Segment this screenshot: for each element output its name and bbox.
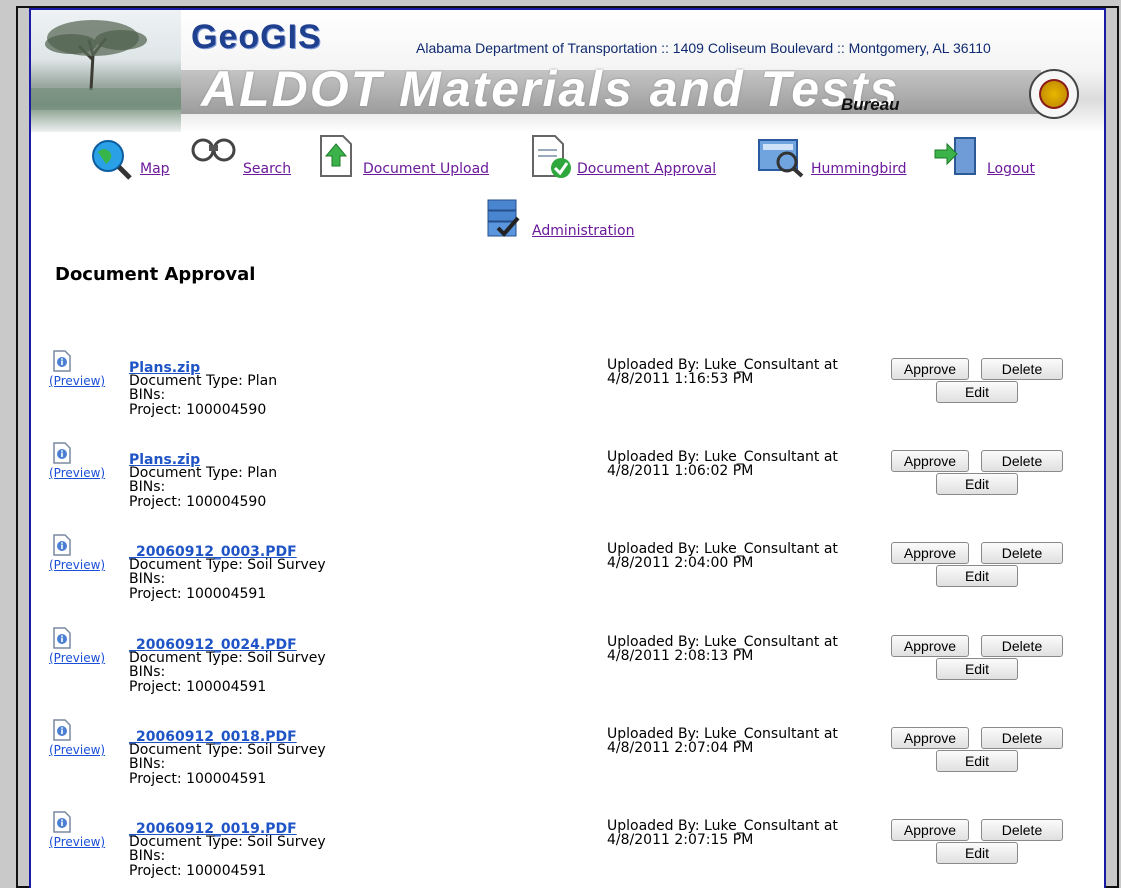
delete-button[interactable]: Delete — [981, 819, 1063, 841]
upload-date: 4/8/2011 2:07:04 PM — [607, 740, 754, 756]
preview-link[interactable]: (Preview) — [49, 651, 105, 665]
delete-button[interactable]: Delete — [981, 450, 1063, 472]
document-approval-icon[interactable] — [531, 134, 573, 180]
edit-button[interactable]: Edit — [936, 750, 1018, 772]
document-upload-icon[interactable] — [319, 134, 353, 178]
edit-button[interactable]: Edit — [936, 381, 1018, 403]
edit-button[interactable]: Edit — [936, 473, 1018, 495]
approve-button[interactable]: Approve — [891, 727, 969, 749]
approve-button[interactable]: Approve — [891, 635, 969, 657]
document-bins: BINs: — [129, 571, 166, 587]
nav-logout[interactable]: Logout — [987, 161, 1035, 177]
document-info-icon[interactable] — [53, 534, 71, 556]
document-row: (Preview) _20060912_0018.PDF Document Ty… — [31, 719, 1104, 811]
upload-date: 4/8/2011 1:16:53 PM — [607, 371, 754, 387]
administration-icon[interactable] — [484, 198, 524, 242]
document-project: Project: 100004591 — [129, 586, 267, 602]
upload-info: Uploaded By: Luke_Consultant at 4/8/2011… — [607, 727, 838, 755]
document-bins: BINs: — [129, 664, 166, 680]
agency-info: Alabama Department of Transportation :: … — [416, 40, 991, 56]
document-type: Document Type: Soil Survey — [129, 834, 326, 850]
preview-link[interactable]: (Preview) — [49, 835, 105, 849]
page-title: Document Approval — [55, 264, 256, 285]
approve-button[interactable]: Approve — [891, 450, 969, 472]
document-row: (Preview) _20060912_0024.PDF Document Ty… — [31, 627, 1104, 719]
nav-map[interactable]: Map — [140, 161, 170, 177]
document-bins: BINs: — [129, 756, 166, 772]
banner-subtitle: Bureau — [841, 95, 900, 114]
hummingbird-icon[interactable] — [757, 136, 805, 178]
upload-info: Uploaded By: Luke_Consultant at 4/8/2011… — [607, 819, 838, 847]
upload-date: 4/8/2011 2:08:13 PM — [607, 648, 754, 664]
document-info-icon[interactable] — [53, 627, 71, 649]
nav-administration[interactable]: Administration — [532, 223, 634, 239]
delete-button[interactable]: Delete — [981, 727, 1063, 749]
globe-magnifier-icon[interactable] — [90, 138, 134, 182]
document-row: (Preview) Plans.zip Document Type: Plan … — [31, 350, 1104, 442]
uploaded-by: Uploaded By: Luke_Consultant at — [607, 541, 838, 557]
document-type: Document Type: Soil Survey — [129, 650, 326, 666]
upload-date: 4/8/2011 2:07:15 PM — [607, 832, 754, 848]
nav-document-upload[interactable]: Document Upload — [363, 161, 489, 177]
document-bins: BINs: — [129, 387, 166, 403]
document-type: Document Type: Plan — [129, 465, 278, 481]
banner-title: ALDOT Materials and Tests — [201, 61, 900, 117]
header-banner: GeoGIS Alabama Department of Transportat… — [31, 10, 1104, 132]
binoculars-icon[interactable] — [191, 134, 237, 166]
logout-door-icon[interactable] — [933, 134, 981, 178]
approve-button[interactable]: Approve — [891, 819, 969, 841]
uploaded-by: Uploaded By: Luke_Consultant at — [607, 726, 838, 742]
site-logo: GeoGIS — [191, 18, 322, 56]
document-type: Document Type: Soil Survey — [129, 742, 326, 758]
document-bins: BINs: — [129, 848, 166, 864]
document-type: Document Type: Soil Survey — [129, 557, 326, 573]
document-info-icon[interactable] — [53, 719, 71, 741]
delete-button[interactable]: Delete — [981, 358, 1063, 380]
preview-link[interactable]: (Preview) — [49, 466, 105, 480]
document-project: Project: 100004591 — [129, 679, 267, 695]
edit-button[interactable]: Edit — [936, 565, 1018, 587]
delete-button[interactable]: Delete — [981, 635, 1063, 657]
upload-date: 4/8/2011 1:06:02 PM — [607, 463, 754, 479]
page: GeoGIS Alabama Department of Transportat… — [29, 8, 1106, 888]
preview-link[interactable]: (Preview) — [49, 374, 105, 388]
uploaded-by: Uploaded By: Luke_Consultant at — [607, 818, 838, 834]
tree-icon — [31, 20, 181, 110]
document-row: (Preview) Plans.zip Document Type: Plan … — [31, 442, 1104, 534]
document-project: Project: 100004591 — [129, 771, 267, 787]
nav-search[interactable]: Search — [243, 161, 291, 177]
document-type: Document Type: Plan — [129, 373, 278, 389]
uploaded-by: Uploaded By: Luke_Consultant at — [607, 449, 838, 465]
document-project: Project: 100004590 — [129, 402, 267, 418]
state-seal — [1029, 69, 1079, 119]
document-info-icon[interactable] — [53, 811, 71, 833]
delete-button[interactable]: Delete — [981, 542, 1063, 564]
edit-button[interactable]: Edit — [936, 842, 1018, 864]
uploaded-by: Uploaded By: Luke_Consultant at — [607, 357, 838, 373]
upload-info: Uploaded By: Luke_Consultant at 4/8/2011… — [607, 635, 838, 663]
document-project: Project: 100004591 — [129, 863, 267, 879]
approve-button[interactable]: Approve — [891, 358, 969, 380]
document-project: Project: 100004590 — [129, 494, 267, 510]
uploaded-by: Uploaded By: Luke_Consultant at — [607, 634, 838, 650]
banner-photo — [31, 10, 181, 132]
document-info-icon[interactable] — [53, 350, 71, 372]
nav-hummingbird[interactable]: Hummingbird — [811, 161, 907, 177]
approve-button[interactable]: Approve — [891, 542, 969, 564]
nav-document-approval[interactable]: Document Approval — [577, 161, 716, 177]
document-bins: BINs: — [129, 479, 166, 495]
preview-link[interactable]: (Preview) — [49, 743, 105, 757]
upload-info: Uploaded By: Luke_Consultant at 4/8/2011… — [607, 450, 838, 478]
document-row: (Preview) _20060912_0003.PDF Document Ty… — [31, 534, 1104, 626]
seal-emblem-icon — [1039, 79, 1069, 109]
upload-date: 4/8/2011 2:04:00 PM — [607, 555, 754, 571]
upload-info: Uploaded By: Luke_Consultant at 4/8/2011… — [607, 358, 838, 386]
document-info-icon[interactable] — [53, 442, 71, 464]
upload-info: Uploaded By: Luke_Consultant at 4/8/2011… — [607, 542, 838, 570]
preview-link[interactable]: (Preview) — [49, 558, 105, 572]
edit-button[interactable]: Edit — [936, 658, 1018, 680]
document-row: (Preview) _20060912_0019.PDF Document Ty… — [31, 811, 1104, 888]
